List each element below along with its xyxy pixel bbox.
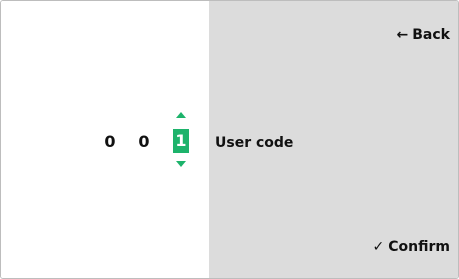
checkmark-icon: ✓ <box>372 239 385 255</box>
user-code-label: User code <box>215 135 294 151</box>
back-label: Back <box>412 27 450 43</box>
code-digit-1[interactable]: 0 <box>102 132 118 151</box>
increment-arrow-icon[interactable] <box>176 112 186 118</box>
confirm-button[interactable]: ✓ Confirm <box>373 239 450 255</box>
action-panel: ← Back User code ✓ Confirm <box>209 1 458 278</box>
code-digit-3-selected[interactable]: 1 <box>173 129 189 153</box>
back-arrow-icon: ← <box>396 27 409 43</box>
code-digit-2[interactable]: 0 <box>136 132 152 151</box>
back-button[interactable]: ← Back <box>397 27 450 43</box>
code-digit-panel: 0 0 1 <box>1 1 209 278</box>
decrement-arrow-icon[interactable] <box>176 161 186 167</box>
confirm-label: Confirm <box>388 239 450 255</box>
code-entry-screen: 0 0 1 ← Back User code ✓ Confirm <box>0 0 459 279</box>
